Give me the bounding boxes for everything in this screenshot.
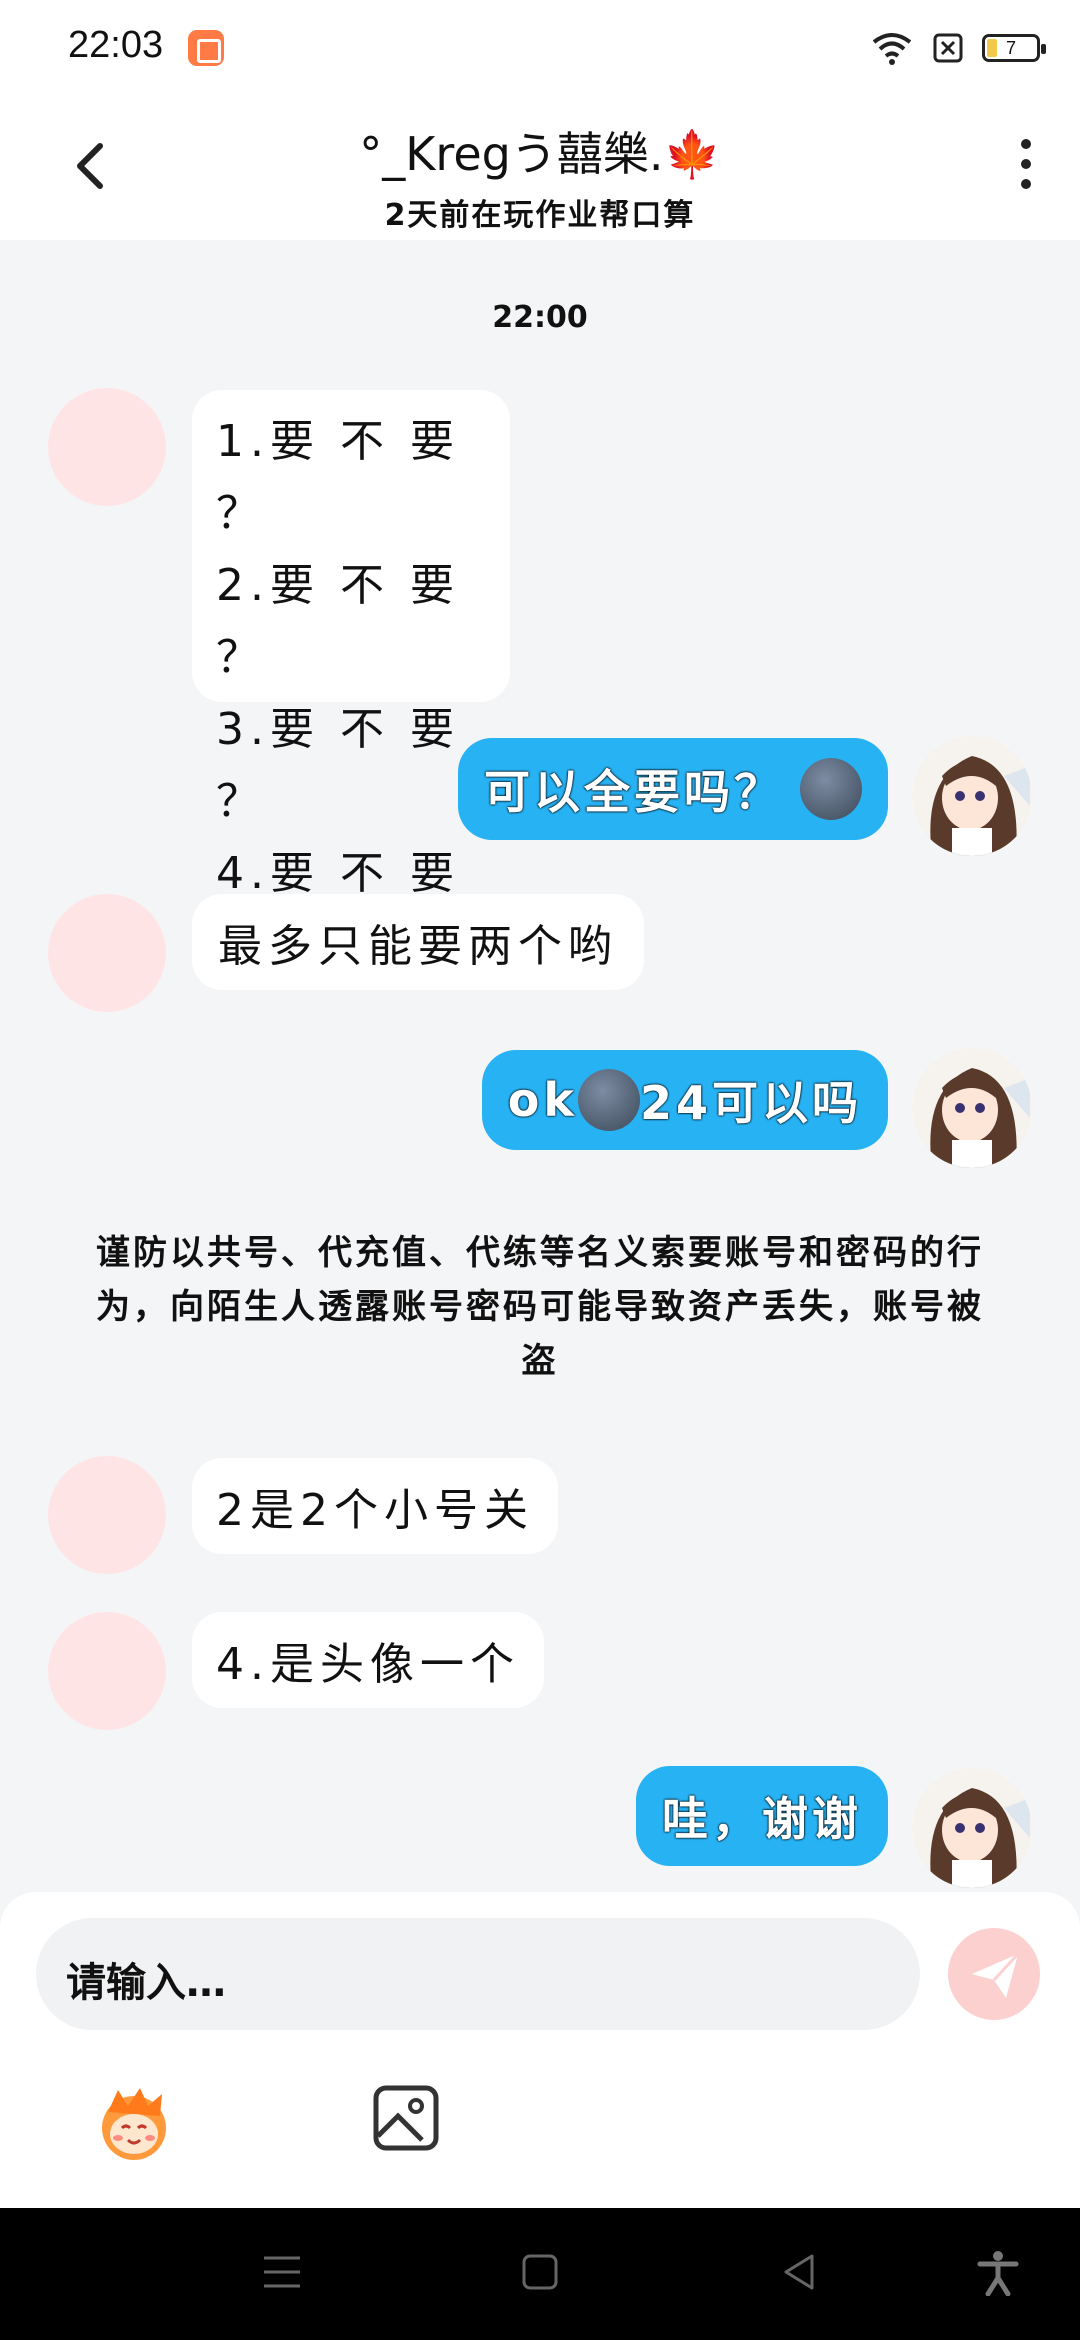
- composer-panel: 请输入…: [0, 1892, 1080, 2208]
- contact-avatar[interactable]: [48, 1456, 166, 1574]
- message-line: 2.要 不 要 ？: [216, 560, 460, 683]
- anime-girl-avatar-icon: [912, 1048, 1032, 1168]
- message-bubble-own[interactable]: ok 24可以吗: [481, 1050, 888, 1150]
- contact-avatar[interactable]: [48, 1612, 166, 1730]
- home-square-icon[interactable]: [516, 2248, 564, 2296]
- contact-avatar[interactable]: [48, 894, 166, 1012]
- sim-off-icon: [933, 33, 963, 63]
- message-text: 哇，谢谢: [662, 1792, 862, 1846]
- status-bar: 22:03 7: [0, 0, 1080, 96]
- message-text: 2是2个小号关: [216, 1485, 534, 1536]
- system-nav-bar: [0, 2208, 1080, 2340]
- paper-plane-icon: [972, 1952, 1020, 1998]
- menu-icon[interactable]: [258, 2248, 306, 2296]
- safety-notice: 谨防以共号、代充值、代练等名义索要账号和密码的行为，向陌生人透露账号密码可能导致…: [96, 1233, 984, 1381]
- book-app-icon: [188, 30, 224, 66]
- moon-face-emoji-icon: [577, 1069, 640, 1131]
- user-status: 2天前在玩作业帮口算: [384, 198, 696, 233]
- message-text: 最多只能要两个哟: [218, 921, 618, 972]
- message-bubble[interactable]: 2是2个小号关: [192, 1458, 558, 1554]
- more-options-button[interactable]: [996, 134, 1056, 194]
- anime-girl-avatar-icon: [912, 1768, 1032, 1888]
- wifi-icon: [872, 33, 912, 65]
- send-button[interactable]: [948, 1928, 1040, 2020]
- anime-girl-avatar-icon: [912, 736, 1032, 856]
- back-triangle-icon[interactable]: [776, 2248, 824, 2296]
- message-line: 3.要 不 要 ？: [216, 704, 460, 827]
- contact-avatar[interactable]: [48, 388, 166, 506]
- own-avatar[interactable]: [912, 1048, 1032, 1168]
- image-picker-icon[interactable]: [370, 2082, 442, 2154]
- message-timestamp: 22:00: [492, 300, 588, 335]
- message-bubble[interactable]: 最多只能要两个哟: [192, 894, 644, 990]
- input-placeholder: 请输入…: [66, 1960, 226, 2006]
- moon-face-emoji-icon: [800, 758, 862, 820]
- message-bubble[interactable]: 1.要 不 要 ？ 2.要 不 要 ？ 3.要 不 要 ？ 4.要 不 要 ？: [192, 390, 510, 971]
- chat-header: °_Kregう囍樂.🍁 2天前在玩作业帮口算: [0, 96, 1080, 240]
- accessibility-icon[interactable]: [974, 2248, 1022, 2296]
- message-text: ok: [507, 1073, 578, 1127]
- message-text: 可以全要吗？: [484, 765, 784, 819]
- own-avatar[interactable]: [912, 736, 1032, 856]
- status-time: 22:03: [68, 24, 164, 66]
- title-block: °_Kregう囍樂.🍁 2天前在玩作业帮口算: [200, 118, 880, 234]
- message-bubble[interactable]: 4.是头像一个: [192, 1612, 544, 1708]
- status-icons: 7: [870, 28, 1046, 68]
- battery-level: 7: [1005, 38, 1016, 58]
- message-bubble-own[interactable]: 可以全要吗？: [458, 738, 888, 840]
- page-title: °_Kregう囍樂.🍁: [359, 127, 721, 181]
- own-avatar[interactable]: [912, 1768, 1032, 1888]
- message-text: 4.是头像一个: [216, 1639, 520, 1690]
- battery-icon: 7: [982, 34, 1046, 62]
- message-bubble-own[interactable]: 哇，谢谢: [636, 1766, 888, 1866]
- back-button[interactable]: [62, 136, 122, 196]
- message-input[interactable]: 请输入…: [36, 1918, 920, 2030]
- message-line: 1.要 不 要 ？: [216, 416, 460, 539]
- sticker-mascot-icon[interactable]: [88, 2076, 180, 2168]
- message-text: 24可以吗: [639, 1076, 862, 1130]
